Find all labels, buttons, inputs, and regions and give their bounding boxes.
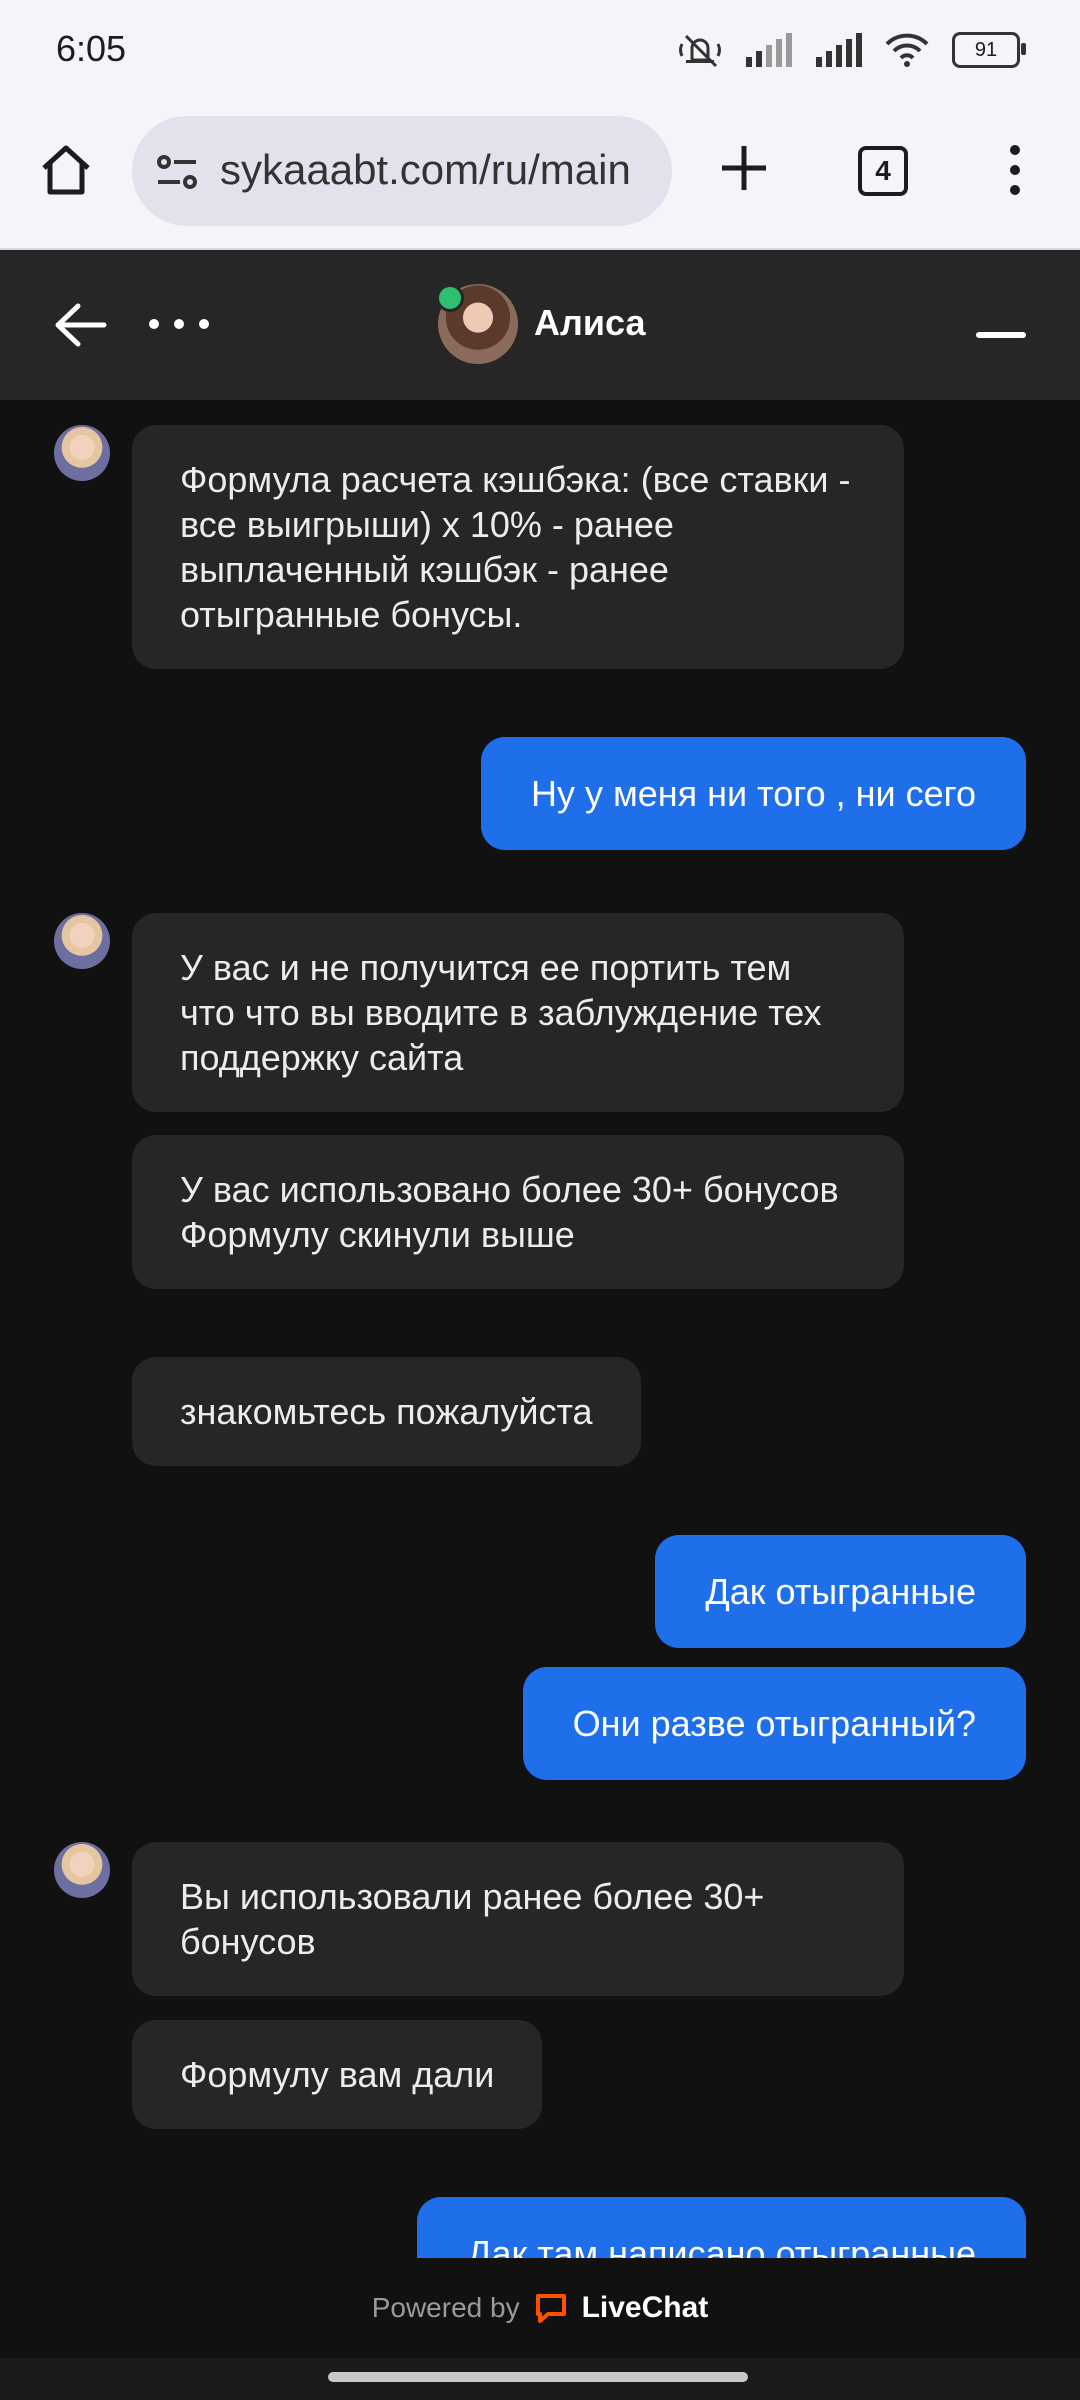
back-arrow-icon[interactable] [52, 300, 108, 350]
chat-messages[interactable]: Формула расчета кэшбэка: (все ставки - в… [0, 400, 1080, 2258]
agent-message-avatar [54, 425, 110, 481]
status-bar: 6:05 91 [0, 0, 1080, 100]
livechat-brand[interactable]: LiveChat [582, 2291, 709, 2325]
minimize-button[interactable] [976, 332, 1026, 338]
agent-message: У вас использовано более 30+ бонусов Фор… [132, 1135, 904, 1289]
site-settings-icon[interactable] [154, 152, 202, 192]
user-message: Они разве отыгранный? [522, 1667, 1026, 1780]
system-nav-bar [0, 2358, 1080, 2400]
more-menu-icon[interactable] [1000, 140, 1030, 200]
tab-count: 4 [875, 155, 891, 186]
home-icon[interactable] [36, 140, 96, 200]
browser-toolbar: sykaaabt.com/ru/main 4 [0, 100, 1080, 250]
url-text: sykaaabt.com/ru/main [220, 146, 631, 193]
online-status-dot [436, 284, 464, 312]
address-bar[interactable]: sykaaabt.com/ru/main [132, 116, 672, 226]
user-message: Дак отыгранные [655, 1535, 1026, 1648]
signal-icon-2 [816, 33, 862, 67]
mute-icon [679, 34, 721, 68]
agent-message-avatar [54, 1842, 110, 1898]
home-indicator[interactable] [328, 2372, 748, 2382]
user-message: Ну у меня ни того , ни сего [481, 737, 1026, 850]
battery-level: 91 [974, 38, 998, 61]
new-tab-icon[interactable] [712, 136, 776, 200]
user-message: Дак там написано отыгранные [417, 2197, 1026, 2258]
agent-message: Формула расчета кэшбэка: (все ставки - в… [132, 425, 904, 669]
livechat-footer: Powered by LiveChat [0, 2258, 1080, 2358]
signal-icon [746, 33, 792, 67]
powered-by-label: Powered by [371, 2292, 520, 2323]
agent-message: Вы использовали ранее более 30+ бонусов [132, 1842, 904, 1996]
wifi-icon [885, 33, 929, 67]
agent-message-avatar [54, 913, 110, 969]
agent-message: знакомьтесь пожалуйста [132, 1357, 641, 1466]
battery-icon: 91 [952, 32, 1026, 68]
options-dots-icon[interactable] [146, 306, 212, 342]
agent-name: Алиса [534, 302, 646, 343]
chat-header: Алиса [0, 250, 1080, 400]
agent-message: У вас и не получится ее портить тем что … [132, 913, 904, 1112]
status-icons: 91 [678, 30, 1026, 70]
agent-message: Формулу вам дали [132, 2020, 543, 2129]
status-time: 6:05 [56, 28, 127, 69]
livechat-logo-icon[interactable] [534, 2292, 568, 2324]
tab-switcher-button[interactable]: 4 [858, 146, 908, 196]
